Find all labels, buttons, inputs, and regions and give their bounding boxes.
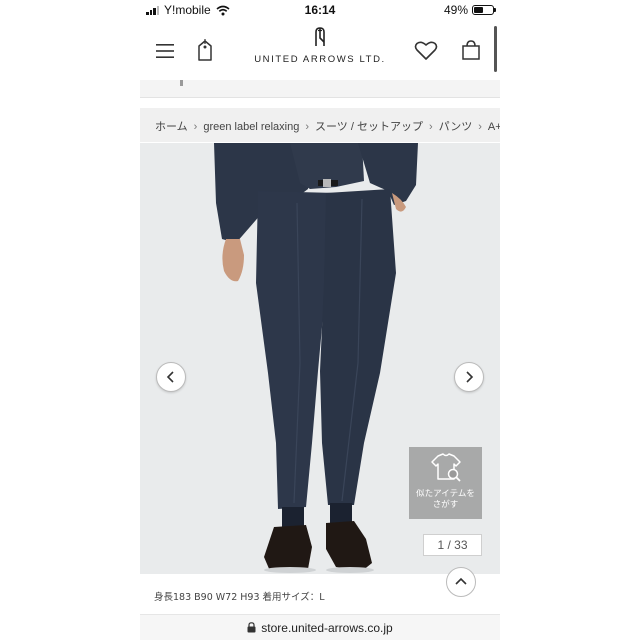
model-size-caption: 身長183 B90 W72 H93 着用サイズ：L — [154, 592, 325, 603]
chevron-right-icon — [466, 371, 474, 383]
tshirt-search-icon — [430, 453, 461, 482]
battery-icon — [472, 5, 496, 15]
scroll-to-top-button[interactable] — [446, 567, 476, 597]
site-header: UNITED ARROWS LTD. — [140, 22, 500, 80]
chevron-right-icon: › — [478, 121, 482, 133]
logo-mark-icon — [315, 27, 325, 46]
chevron-right-icon: › — [428, 121, 433, 133]
cart-button[interactable] — [458, 37, 484, 63]
scroll-indicator — [494, 26, 497, 72]
product-image-gallery[interactable]: 似たアイテムをさがす 1 / 33 — [140, 143, 500, 574]
next-image-button[interactable] — [454, 362, 484, 392]
chevron-right-icon: › — [193, 121, 198, 133]
breadcrumb-brand[interactable]: green label relaxing — [203, 121, 299, 133]
similar-items-label: 似たアイテムをさがす — [416, 489, 475, 510]
favorites-button[interactable] — [412, 37, 440, 63]
battery-percent: 49% — [443, 3, 468, 17]
status-bar: Y!mobile 16:14 49% — [140, 0, 500, 20]
breadcrumb-subcategory[interactable]: パンツ — [439, 118, 473, 134]
breadcrumb: ホーム › green label relaxing › スーツ / セットアップ › パン… — [140, 108, 500, 142]
heart-icon — [414, 41, 438, 60]
menu-icon — [156, 44, 174, 58]
coupon-button[interactable] — [192, 36, 218, 64]
logo-text: UNITED ARROWS LTD. — [254, 54, 386, 65]
status-right: 49% — [443, 3, 496, 17]
shopping-bag-icon — [462, 40, 480, 60]
brand-logo[interactable]: UNITED ARROWS LTD. — [240, 26, 400, 76]
image-page-counter: 1 / 33 — [423, 534, 482, 556]
tag-icon — [198, 39, 212, 61]
search-bar-edge[interactable] — [140, 80, 500, 98]
similar-items-button[interactable]: 似たアイテムをさがす — [409, 447, 482, 519]
lock-icon — [247, 622, 256, 633]
chevron-left-icon — [166, 371, 174, 383]
previous-image-button[interactable] — [156, 362, 186, 392]
chevron-right-icon: › — [305, 121, 310, 133]
breadcrumb-home[interactable]: ホーム — [155, 118, 188, 134]
browser-url-bar[interactable]: store.united-arrows.co.jp — [140, 614, 500, 640]
breadcrumb-category[interactable]: スーツ / セットアップ — [315, 118, 423, 134]
breadcrumb-product[interactable]: A+ TWP — [488, 121, 500, 133]
menu-button[interactable] — [152, 38, 178, 64]
url-text: store.united-arrows.co.jp — [261, 620, 393, 635]
chevron-up-icon — [455, 577, 467, 585]
